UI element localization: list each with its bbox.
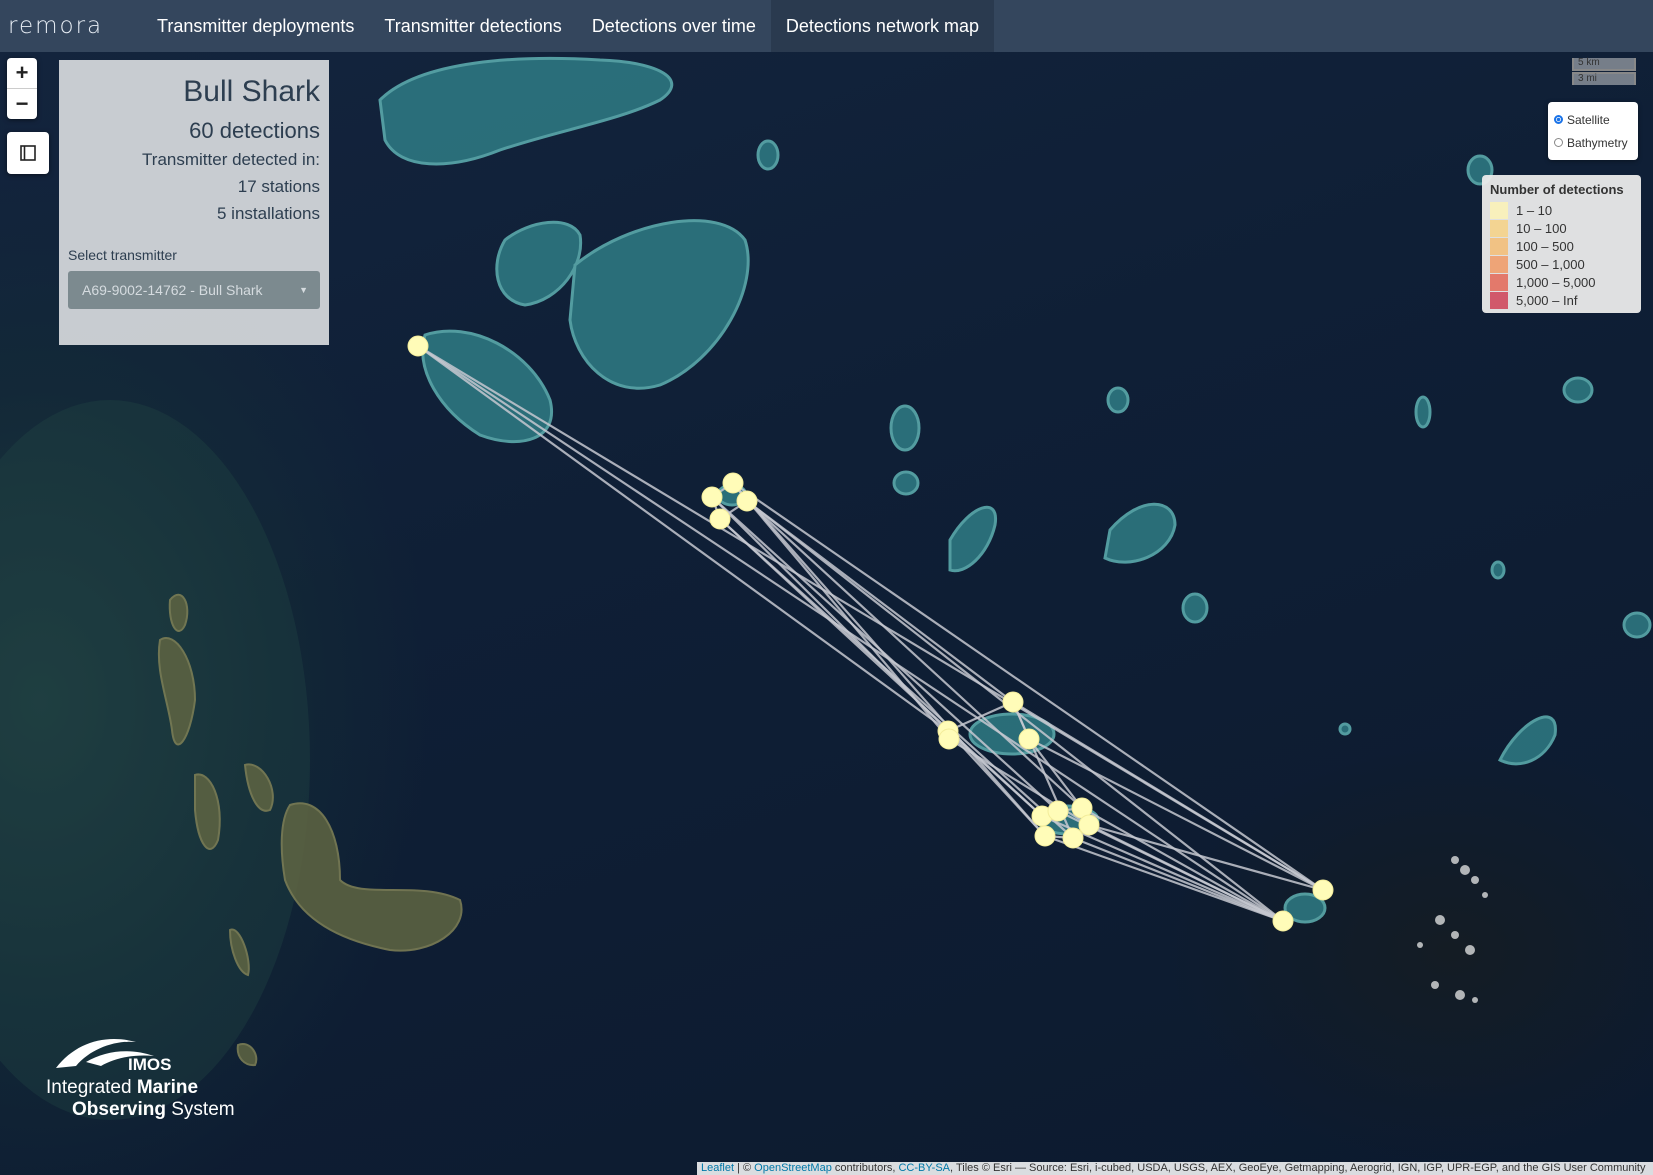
- station-marker[interactable]: [938, 728, 960, 750]
- legend-title: Number of detections: [1490, 182, 1624, 197]
- legend-item: 1 – 10: [1490, 201, 1633, 219]
- legend-swatch: [1490, 201, 1508, 219]
- tab-transmitter-deployments[interactable]: Transmitter deployments: [142, 0, 369, 52]
- network-link: [719, 518, 1074, 839]
- zoom-in-button[interactable]: +: [7, 58, 37, 88]
- legend-label: 5,000 – Inf: [1516, 292, 1578, 308]
- legend-item: 1,000 – 5,000: [1490, 273, 1633, 291]
- legend-label: 500 – 1,000: [1516, 256, 1585, 272]
- basemap-option-bathymetry[interactable]: Bathymetry: [1554, 131, 1638, 154]
- station-marker[interactable]: [1034, 825, 1056, 847]
- attribution-contrib: contributors,: [831, 1162, 899, 1174]
- sidebar-panel-icon: [20, 145, 36, 161]
- select-transmitter-label: Select transmitter: [68, 247, 177, 263]
- station-marker[interactable]: [1312, 879, 1334, 901]
- imos-line2-bold: Observing: [72, 1099, 166, 1120]
- basemap-label-satellite: Satellite: [1567, 112, 1610, 127]
- detection-count: 60 detections: [189, 118, 320, 143]
- imos-line1: Integrated Marine: [46, 1077, 235, 1099]
- imos-line2: Observing System: [46, 1099, 235, 1121]
- legend-label: 10 – 100: [1516, 220, 1567, 236]
- basemap-label-bathymetry: Bathymetry: [1567, 135, 1628, 150]
- tab-detections-over-time[interactable]: Detections over time: [577, 0, 771, 52]
- radio-satellite[interactable]: [1554, 115, 1563, 124]
- detections-legend: Number of detections 1 – 10 10 – 100 100…: [1482, 175, 1641, 313]
- station-marker[interactable]: [736, 490, 758, 512]
- legend-item: 500 – 1,000: [1490, 255, 1633, 273]
- zoom-control: + −: [7, 58, 37, 119]
- map-canvas[interactable]: + − Bull Shark 60 detections Transmitter…: [0, 52, 1653, 1175]
- scale-km: 5 km: [1572, 58, 1636, 71]
- transmitter-select[interactable]: A69-9002-14762 - Bull Shark ▼: [68, 271, 320, 309]
- stations-count: 17 stations: [237, 177, 320, 196]
- leaflet-link[interactable]: Leaflet: [701, 1162, 734, 1174]
- station-marker[interactable]: [709, 508, 731, 530]
- legend-item: 100 – 500: [1490, 237, 1633, 255]
- map-attribution: Leaflet | © OpenStreetMap contributors, …: [697, 1162, 1653, 1175]
- installations-count: 5 installations: [216, 204, 320, 223]
- navbar: remora Transmitter deployments Transmitt…: [0, 0, 1653, 52]
- network-link: [746, 500, 1083, 809]
- legend-label: 1 – 10: [1516, 202, 1553, 218]
- station-marker[interactable]: [1272, 910, 1294, 932]
- network-link: [1081, 807, 1284, 922]
- imos-logo: IMOS Integrated Marine Observing System: [46, 1032, 235, 1121]
- network-link: [1012, 701, 1324, 891]
- imos-line2-post: System: [165, 1099, 235, 1120]
- station-marker[interactable]: [1078, 814, 1100, 836]
- radio-bathymetry[interactable]: [1554, 138, 1563, 147]
- basemap-switcher: Satellite Bathymetry: [1548, 102, 1638, 160]
- station-marker[interactable]: [1002, 691, 1024, 713]
- brand-logo[interactable]: remora: [0, 0, 142, 52]
- legend-swatch: [1490, 273, 1508, 291]
- imos-wordmark: IMOS: [128, 1055, 171, 1072]
- scale-bar: 5 km 3 mi: [1572, 58, 1636, 85]
- attribution-tiles: , Tiles © Esri — Source: Esri, i-cubed, …: [950, 1162, 1646, 1174]
- station-marker[interactable]: [1047, 800, 1069, 822]
- basemap-option-satellite[interactable]: Satellite: [1554, 108, 1638, 131]
- network-link: [1088, 824, 1284, 922]
- network-link: [732, 482, 1046, 837]
- scale-mi: 3 mi: [1572, 72, 1636, 85]
- network-link: [711, 496, 1059, 812]
- station-marker[interactable]: [1018, 728, 1040, 750]
- network-link: [1044, 834, 1284, 923]
- legend-item: 5,000 – Inf: [1490, 291, 1633, 309]
- sidebar-toggle-button[interactable]: [7, 132, 49, 174]
- species-info-panel: Bull Shark 60 detections Transmitter det…: [59, 60, 329, 345]
- network-link: [417, 345, 949, 732]
- transmitter-select-value: A69-9002-14762 - Bull Shark: [82, 282, 263, 298]
- station-marker[interactable]: [1062, 827, 1084, 849]
- species-title: Bull Shark: [183, 75, 320, 108]
- legend-swatch: [1490, 291, 1508, 309]
- imos-line1-bold: Marine: [136, 1077, 199, 1098]
- tab-detections-network-map[interactable]: Detections network map: [770, 0, 994, 52]
- station-marker[interactable]: [722, 472, 744, 494]
- zoom-out-button[interactable]: −: [7, 88, 37, 119]
- station-marker[interactable]: [407, 335, 429, 357]
- legend-label: 1,000 – 5,000: [1516, 274, 1596, 290]
- legend-swatch: [1490, 255, 1508, 273]
- imos-wave-icon: IMOS: [56, 1039, 171, 1074]
- imos-line1-pre: Integrated: [46, 1077, 137, 1098]
- legend-swatch: [1490, 237, 1508, 255]
- network-link: [947, 700, 1014, 733]
- osm-link[interactable]: OpenStreetMap: [754, 1162, 832, 1174]
- legend-item: 10 – 100: [1490, 219, 1633, 237]
- legend-swatch: [1490, 219, 1508, 237]
- chevron-down-icon: ▼: [299, 285, 308, 295]
- legend-label: 100 – 500: [1516, 238, 1574, 254]
- detected-in-label: Transmitter detected in:: [142, 150, 320, 169]
- station-marker[interactable]: [701, 486, 723, 508]
- tab-transmitter-detections[interactable]: Transmitter detections: [369, 0, 576, 52]
- license-link[interactable]: CC-BY-SA: [898, 1162, 950, 1174]
- attribution-sep: | ©: [734, 1162, 755, 1174]
- network-link: [732, 482, 1324, 891]
